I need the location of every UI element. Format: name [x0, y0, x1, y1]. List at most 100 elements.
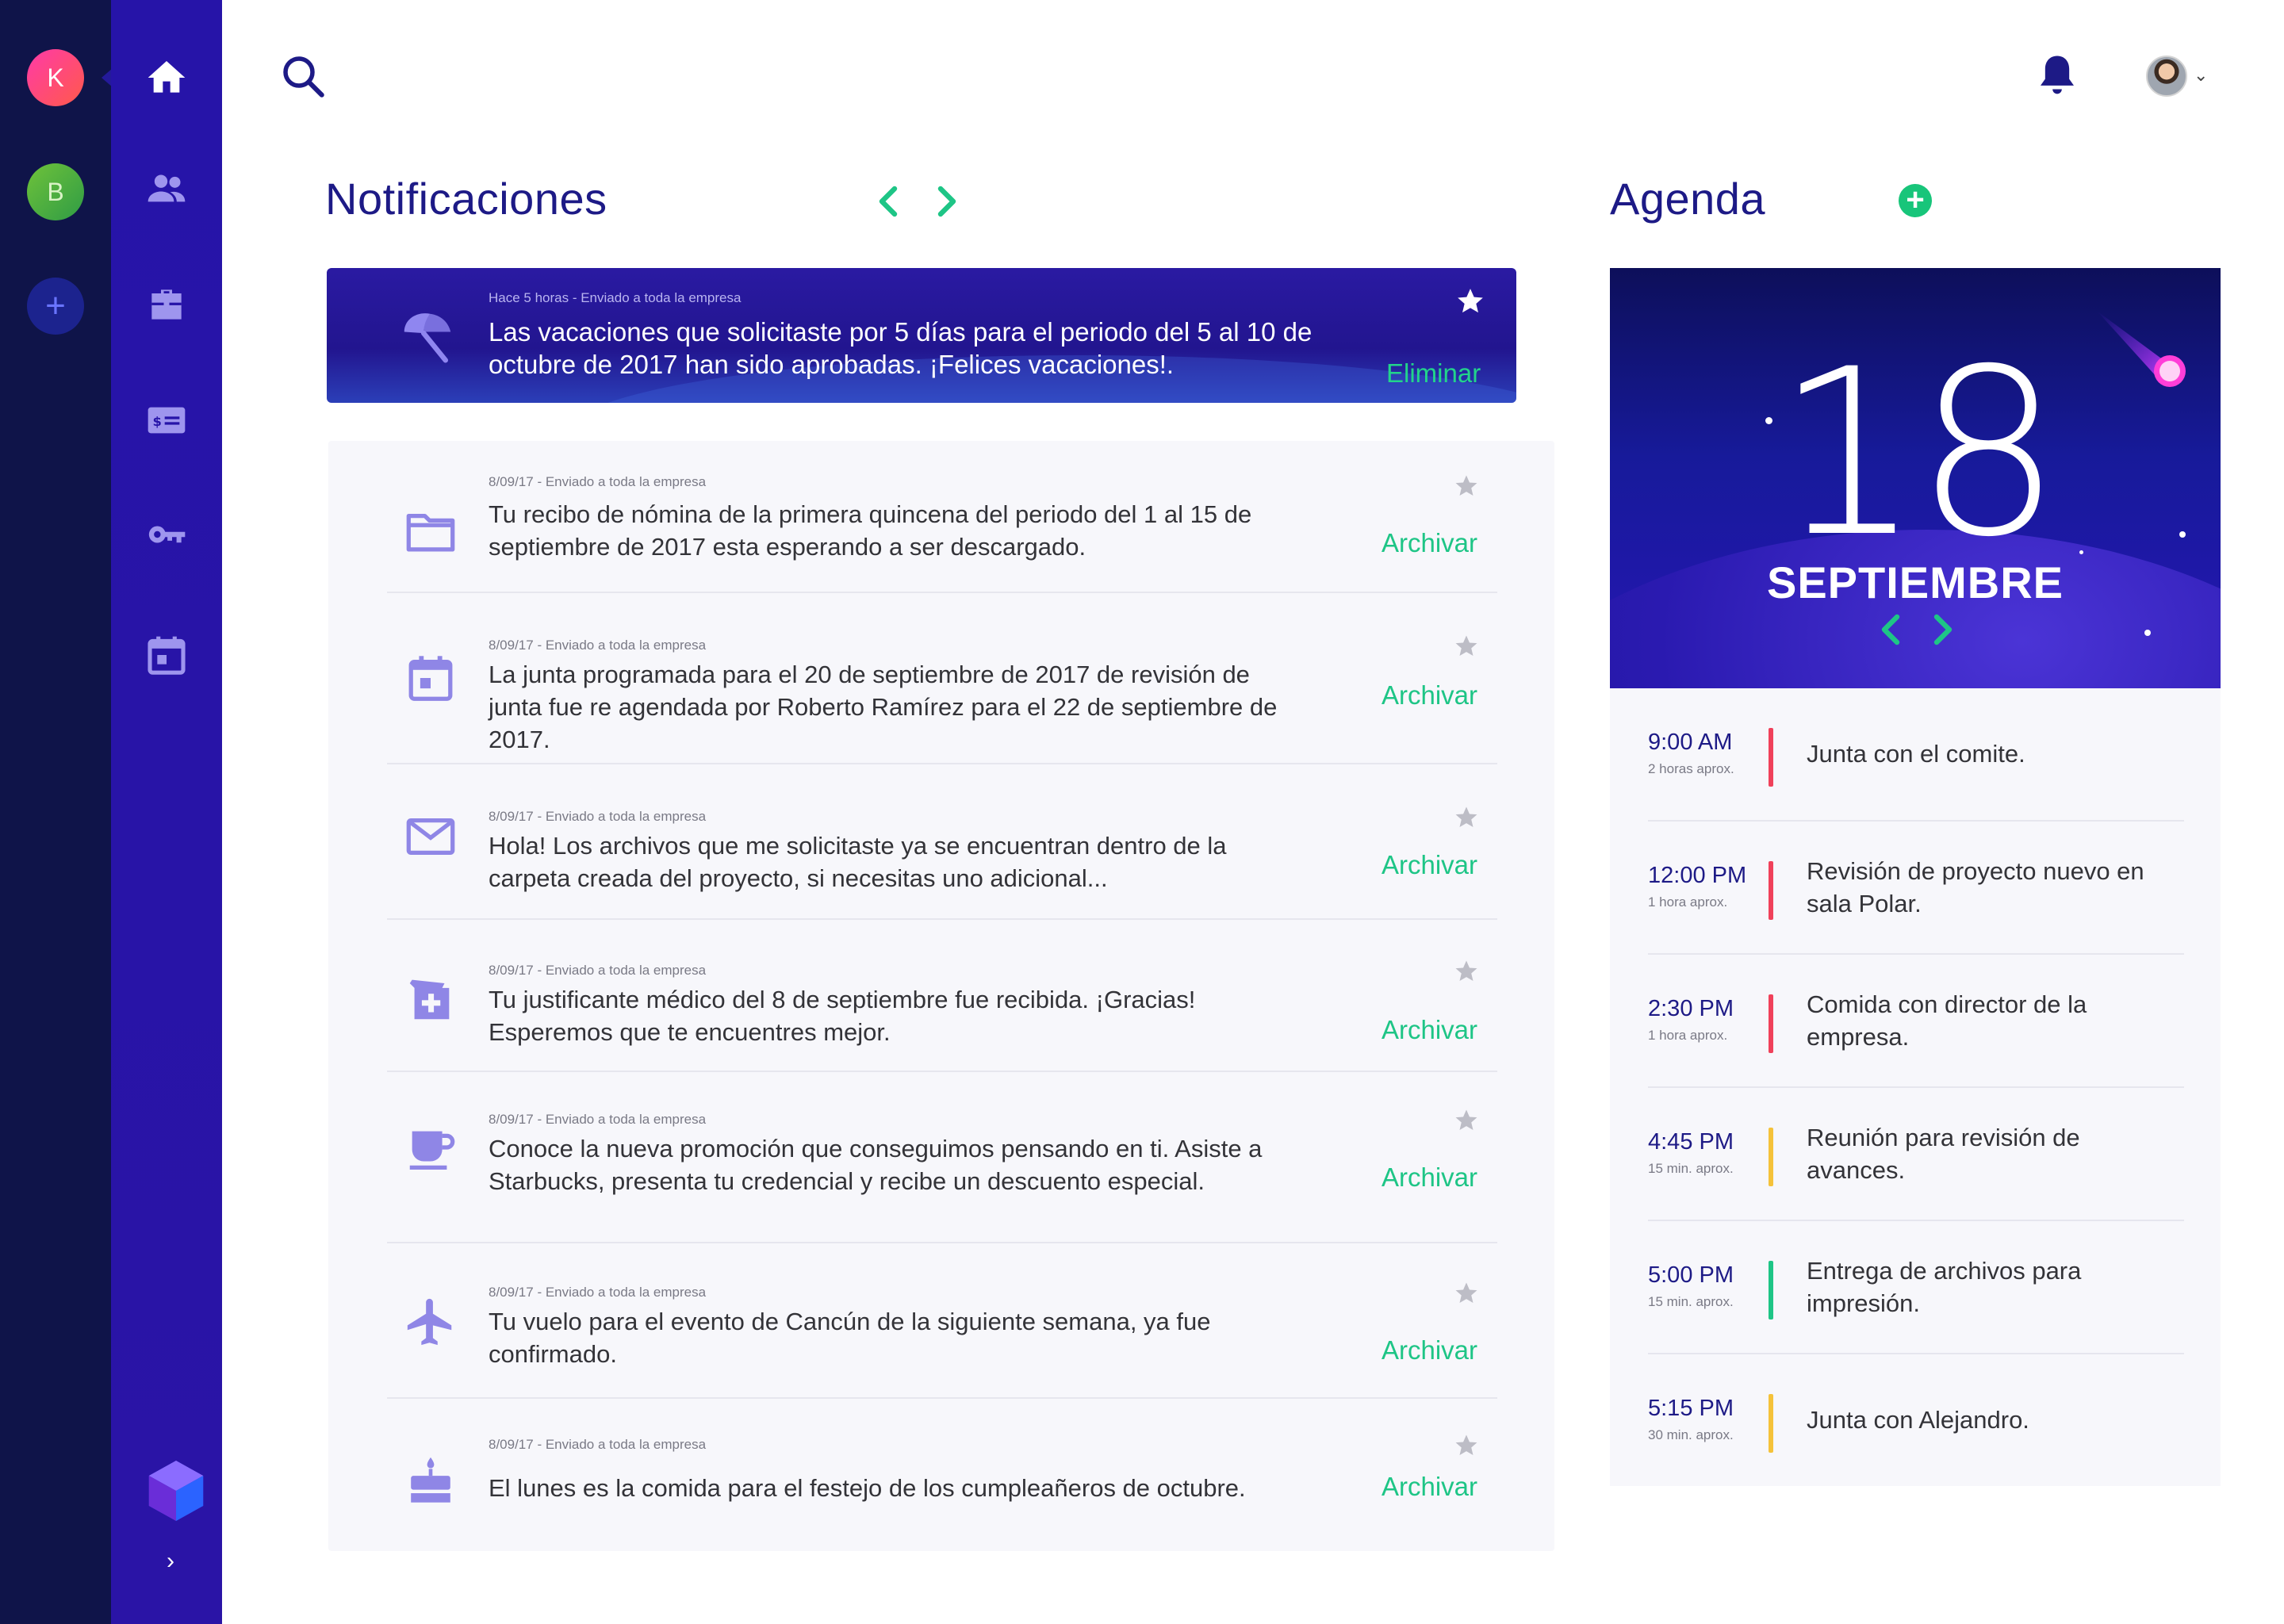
notification-meta: 8/09/17 - Enviado a toda la empresa	[489, 638, 707, 653]
event-title: Reunión para revisión de avances.	[1807, 1124, 2080, 1184]
list-item[interactable]: 8/09/17 - Enviado a toda la empresa Cono…	[387, 1072, 1497, 1243]
people-icon[interactable]	[141, 163, 192, 214]
company-b-avatar[interactable]: B	[27, 163, 84, 220]
bell-icon[interactable]	[2035, 51, 2079, 100]
calendar-icon	[403, 650, 458, 706]
event-title: Revisión de proyecto nuevo en sala Polar…	[1807, 857, 2144, 917]
list-item[interactable]: 8/09/17 - Enviado a toda la empresa El l…	[387, 1399, 1497, 1551]
chevron-left-icon[interactable]	[874, 184, 902, 219]
comet-icon	[2097, 311, 2186, 387]
event-duration: 1 hora aprox.	[1648, 1028, 1728, 1043]
event-title: Comida con director de la empresa.	[1807, 990, 2087, 1051]
event-time: 12:00 PM	[1648, 863, 1747, 888]
agenda-event[interactable]: 5:00 PM 15 min. aprox. Entrega de archiv…	[1648, 1221, 2184, 1354]
event-color-bar	[1769, 861, 1773, 920]
event-color-bar	[1769, 728, 1773, 787]
star-icon[interactable]	[1454, 285, 1486, 317]
agenda-event[interactable]: 4:45 PM 15 min. aprox. Reunión para revi…	[1648, 1088, 2184, 1221]
notification-meta: 8/09/17 - Enviado a toda la empresa	[489, 474, 707, 489]
event-duration: 1 hora aprox.	[1648, 894, 1728, 910]
notifications-list: 8/09/17 - Enviado a toda la empresa Tu r…	[328, 441, 1554, 1551]
notification-message: Tu justificante médico del 8 de septiemb…	[489, 986, 1196, 1046]
list-item[interactable]: 8/09/17 - Enviado a toda la empresa Tu j…	[387, 920, 1497, 1072]
svg-text:$: $	[153, 414, 162, 429]
expand-sidebar-button[interactable]: ›	[167, 1548, 174, 1575]
notification-message: Hola! Los archivos que me solicitaste ya…	[489, 832, 1227, 892]
calendar-icon[interactable]	[141, 630, 192, 680]
key-icon[interactable]	[141, 509, 192, 560]
event-time: 9:00 AM	[1648, 730, 1733, 755]
chevron-right-icon[interactable]	[933, 184, 961, 219]
agenda-event[interactable]: 12:00 PM 1 hora aprox. Revisión de proye…	[1648, 822, 2184, 955]
user-avatar[interactable]	[2146, 56, 2187, 97]
agenda-event[interactable]: 2:30 PM 1 hora aprox. Comida con directo…	[1648, 955, 2184, 1088]
star-icon[interactable]	[1453, 473, 1480, 500]
star-icon[interactable]	[1453, 804, 1480, 831]
notification-message: Tu vuelo para el evento de Cancún de la …	[489, 1308, 1211, 1368]
star-icon[interactable]	[1453, 958, 1480, 985]
notification-meta: 8/09/17 - Enviado a toda la empresa	[489, 809, 707, 824]
event-color-bar	[1769, 1394, 1773, 1453]
event-time: 5:00 PM	[1648, 1262, 1734, 1288]
notification-meta: 8/09/17 - Enviado a toda la empresa	[489, 963, 707, 978]
list-item[interactable]: 8/09/17 - Enviado a toda la empresa La j…	[387, 593, 1497, 764]
list-item[interactable]: 8/09/17 - Enviado a toda la empresa Tu r…	[387, 441, 1497, 593]
home-icon[interactable]	[141, 52, 192, 103]
notification-message: El lunes es la comida para el festejo de…	[489, 1474, 1246, 1502]
chevron-left-icon[interactable]	[1876, 612, 1905, 647]
delete-button[interactable]: Eliminar	[1386, 358, 1481, 389]
star-icon[interactable]	[1453, 633, 1480, 660]
notification-message: Las vacaciones que solicitaste por 5 día…	[489, 317, 1313, 379]
search-icon[interactable]	[279, 52, 327, 100]
star-icon[interactable]	[1453, 1280, 1480, 1307]
event-time: 2:30 PM	[1648, 996, 1734, 1021]
agenda-event[interactable]: 5:15 PM 30 min. aprox. Junta con Alejand…	[1648, 1354, 2184, 1488]
add-company-button[interactable]: +	[27, 278, 84, 335]
chevron-right-icon[interactable]	[1929, 612, 1957, 647]
highlighted-notification[interactable]: Hace 5 horas - Enviado a toda la empresa…	[327, 268, 1516, 403]
notification-message: La junta programada para el 20 de septie…	[489, 661, 1278, 753]
folder-icon	[403, 504, 458, 560]
company-k-avatar[interactable]: K	[27, 49, 84, 106]
notification-meta: 8/09/17 - Enviado a toda la empresa	[489, 1112, 707, 1127]
event-color-bar	[1769, 994, 1773, 1053]
beach-umbrella-icon	[404, 313, 451, 363]
add-event-button[interactable]: +	[1899, 184, 1932, 217]
archive-button[interactable]: Archivar	[1382, 1335, 1477, 1365]
agenda-event-list: 9:00 AM 2 horas aprox. Junta con el comi…	[1610, 688, 2221, 1486]
event-duration: 30 min. aprox.	[1648, 1427, 1734, 1442]
app-logo-icon	[148, 1461, 204, 1521]
event-time: 4:45 PM	[1648, 1129, 1734, 1155]
briefcase-icon[interactable]	[141, 279, 192, 330]
company-rail: K B +	[0, 0, 113, 1624]
star-icon[interactable]	[1453, 1107, 1480, 1134]
chevron-down-icon[interactable]: ⌄	[2194, 65, 2208, 86]
mail-icon	[403, 809, 458, 864]
event-title: Junta con el comite.	[1807, 740, 2025, 768]
event-title: Entrega de archivos para impresión.	[1807, 1257, 2082, 1317]
archive-button[interactable]: Archivar	[1382, 1015, 1477, 1045]
archive-button[interactable]: Archivar	[1382, 850, 1477, 880]
event-color-bar	[1769, 1128, 1773, 1186]
coffee-icon	[403, 1120, 458, 1175]
agenda-event[interactable]: 9:00 AM 2 horas aprox. Junta con el comi…	[1648, 688, 2184, 822]
notification-message: Conoce la nueva promoción que conseguimo…	[489, 1135, 1263, 1195]
star-dot	[2144, 630, 2151, 636]
event-duration: 15 min. aprox.	[1648, 1161, 1734, 1176]
payroll-icon[interactable]: $	[141, 395, 192, 446]
notification-meta: 8/09/17 - Enviado a toda la empresa	[489, 1437, 707, 1452]
notifications-title: Notificaciones	[325, 174, 607, 224]
archive-button[interactable]: Archivar	[1382, 528, 1477, 558]
agenda-title: Agenda	[1610, 174, 1766, 224]
notification-meta: Hace 5 horas - Enviado a toda la empresa	[489, 290, 742, 305]
list-item[interactable]: 8/09/17 - Enviado a toda la empresa Hola…	[387, 764, 1497, 920]
archive-button[interactable]: Archivar	[1382, 1162, 1477, 1193]
airplane-icon	[403, 1294, 458, 1350]
archive-button[interactable]: Archivar	[1382, 680, 1477, 710]
star-icon[interactable]	[1453, 1432, 1480, 1459]
cake-icon	[403, 1453, 458, 1508]
archive-button[interactable]: Archivar	[1382, 1472, 1477, 1502]
list-item[interactable]: 8/09/17 - Enviado a toda la empresa Tu v…	[387, 1243, 1497, 1399]
event-duration: 2 horas aprox.	[1648, 761, 1734, 776]
notification-meta: 8/09/17 - Enviado a toda la empresa	[489, 1285, 707, 1300]
